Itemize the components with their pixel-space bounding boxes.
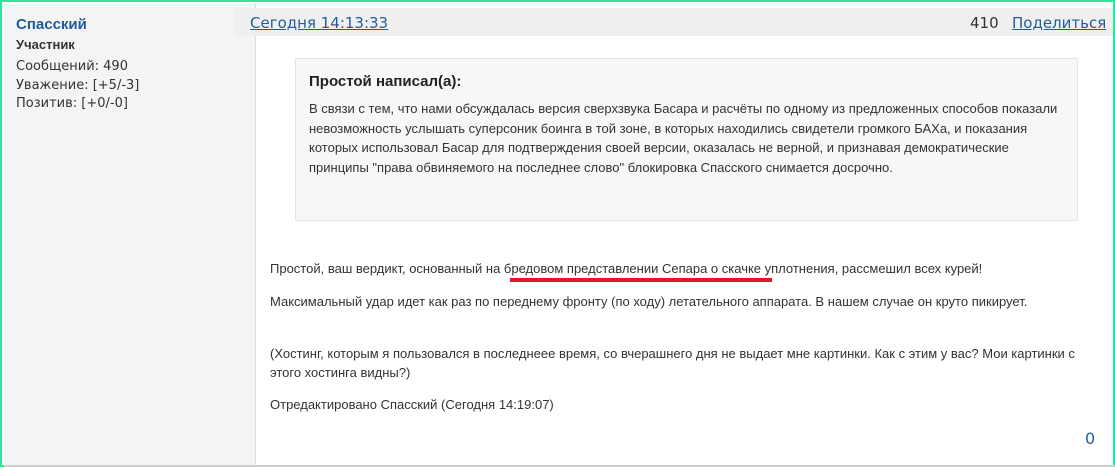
quote-box: Простой написал(а): В связи с тем, что н… <box>295 58 1078 221</box>
post-edit-note: Отредактировано Спасский (Сегодня 14:19:… <box>270 397 554 412</box>
page-frame: Спасский Участник Сообщений: 490 Уважени… <box>0 0 1115 467</box>
author-role: Участник <box>16 37 75 52</box>
author-stat-positive: Позитив: [+0/-0] <box>16 96 128 111</box>
post-header: Сегодня 14:13:33 410 Поделиться <box>234 8 1113 36</box>
quote-text: В связи с тем, что нами обсуждалась верс… <box>309 101 1058 175</box>
post-date-link[interactable]: Сегодня 14:13:33 <box>250 14 388 32</box>
author-stat-messages: Сообщений: 490 <box>16 59 128 74</box>
author-stat-respect: Уважение: [+5/-3] <box>16 78 140 93</box>
post-paragraph-2: Максимальный удар идет как раз по передн… <box>270 294 1028 309</box>
quote-title: Простой написал(а): <box>309 73 462 90</box>
post-paragraph-1: Простой, ваш вердикт, основанный на бред… <box>270 261 983 276</box>
red-annotation-underline <box>510 278 772 282</box>
author-name-link[interactable]: Спасский <box>16 16 87 33</box>
post-paragraph-3: (Хостинг, которым я пользовался в послед… <box>270 346 1075 380</box>
vote-count-link[interactable]: 0 <box>1085 429 1095 448</box>
share-link[interactable]: Поделиться <box>1012 14 1106 32</box>
post-number: 410 <box>970 14 999 32</box>
